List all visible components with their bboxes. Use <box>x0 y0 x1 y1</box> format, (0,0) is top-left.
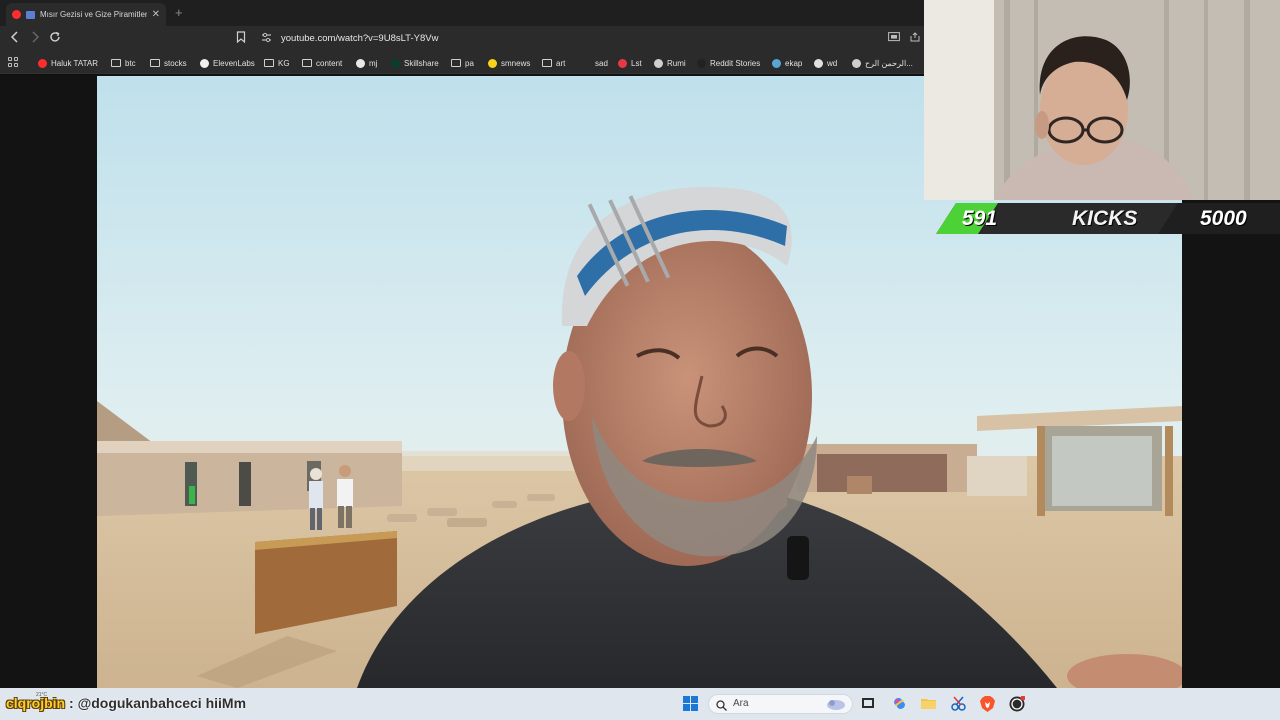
bird-icon <box>772 58 781 68</box>
copilot-icon[interactable] <box>892 696 906 710</box>
backslash-icon <box>582 58 591 68</box>
bookmark-item[interactable]: btc <box>111 56 136 70</box>
folder-icon <box>264 59 274 67</box>
bookmark-label: art <box>556 58 566 68</box>
elevenlabs-icon <box>200 58 209 68</box>
bookmark-item[interactable]: KG <box>264 56 290 70</box>
bookmark-label: KG <box>278 58 290 68</box>
bookmark-label: btc <box>125 58 136 68</box>
bookmark-item[interactable]: Skillshare <box>391 56 439 70</box>
bookmark-item[interactable]: smnews <box>488 56 530 70</box>
kicks-current-count: 591 <box>962 207 998 230</box>
bookmark-item[interactable]: ElevenLabs <box>200 56 255 70</box>
video-letterbox-left <box>0 76 97 688</box>
task-view-icon[interactable] <box>861 696 875 710</box>
back-arrow-icon <box>10 31 18 43</box>
snipping-tool-icon[interactable] <box>951 696 966 711</box>
youtube-icon <box>38 58 47 68</box>
folder-icon <box>451 59 461 67</box>
screen: { "browser": { "tab": { "title": "Mısır … <box>0 0 1280 720</box>
search-highlight-icon <box>825 697 847 716</box>
bookmark-item[interactable]: content <box>302 56 342 70</box>
reload-icon <box>50 31 60 42</box>
back-button[interactable] <box>7 31 23 47</box>
bookmark-label: smnews <box>501 58 531 68</box>
brave-browser-icon[interactable] <box>980 696 995 712</box>
bookmark-label: Rumi <box>667 58 686 68</box>
bookmarks-bar: Haluk TATAR btc stocks ElevenLabs KG content m… <box>0 52 924 74</box>
bookmark-item[interactable]: pa <box>451 56 474 70</box>
chat-username: clqrojbin <box>6 695 66 711</box>
chat-text: @dogukanbahceci hiiMm <box>77 695 247 711</box>
d-logo-icon <box>697 58 706 68</box>
bookmark-label: ElevenLabs <box>213 58 255 68</box>
bookmark-item[interactable]: Haluk TATAR <box>38 56 98 70</box>
bookmark-item[interactable]: ekap <box>772 56 802 70</box>
bookmark-label: content <box>316 58 343 68</box>
folder-icon <box>542 59 552 67</box>
bookmark-label: wd <box>827 58 838 68</box>
chat-separator: : <box>65 695 78 711</box>
bookmark-label: stocks <box>164 58 187 68</box>
obs-icon[interactable] <box>1009 695 1026 712</box>
bookmark-label: الرحمن الرح... <box>865 58 913 68</box>
youtube-icon <box>12 10 21 19</box>
skillshare-icon <box>391 58 400 68</box>
tab-bar: Mısır Gezisi ve Gize Piramitleri ✕ + <box>0 0 924 26</box>
bookmark-item[interactable]: Reddit Stories <box>697 56 760 70</box>
chat-message: clqrojbin : @dogukanbahceci hiiMm <box>6 695 246 711</box>
forward-button[interactable] <box>27 31 43 47</box>
folder-icon <box>302 59 312 67</box>
kicks-goal-count: 5000 <box>1200 207 1247 230</box>
bookmark-item[interactable]: wd <box>814 56 837 70</box>
share-icon[interactable] <box>910 32 920 45</box>
bookmark-item[interactable]: Lst <box>618 56 642 70</box>
reload-button[interactable] <box>47 31 63 47</box>
bookmark-label: Lst <box>631 58 642 68</box>
taskbar-search[interactable]: Ara <box>708 694 853 714</box>
bookmark-icon[interactable] <box>236 31 246 46</box>
windows-start-icon[interactable] <box>683 696 698 711</box>
close-tab-icon[interactable]: ✕ <box>152 9 160 20</box>
site-info-icon[interactable] <box>261 32 272 46</box>
wikipedia-icon <box>814 58 823 68</box>
tab-group-icon <box>26 10 35 19</box>
folder-icon <box>150 59 160 67</box>
bookmark-item[interactable]: الرحمن الرح... <box>852 56 913 70</box>
bookmark-label: sad <box>595 58 608 68</box>
page-icon <box>852 58 861 68</box>
kicks-label: KICKS <box>1072 207 1138 230</box>
apps-grid-icon[interactable] <box>8 57 20 69</box>
new-tab-button[interactable]: + <box>175 5 183 20</box>
bookmark-item[interactable]: sad <box>582 56 608 70</box>
kicks-goal-overlay: 591 KICKS 5000 <box>936 203 1280 234</box>
tab-active[interactable]: Mısır Gezisi ve Gize Piramitleri ✕ <box>6 3 166 26</box>
bookmark-label: Haluk TATAR <box>51 58 98 68</box>
bookmark-item[interactable]: stocks <box>150 56 187 70</box>
bookmark-label: pa <box>465 58 474 68</box>
tab-title: Mısır Gezisi ve Gize Piramitleri <box>40 10 147 19</box>
bookmark-label: Skillshare <box>404 58 439 68</box>
bookmark-label: mj <box>369 58 378 68</box>
webcam-overlay <box>924 0 1280 200</box>
webcam-scene <box>924 0 1280 200</box>
s-logo-icon <box>618 58 627 68</box>
bookmark-item[interactable]: Rumi <box>654 56 686 70</box>
globe-icon <box>654 58 663 68</box>
bookmark-item[interactable]: mj <box>356 56 377 70</box>
bookmark-label: ekap <box>785 58 803 68</box>
github-icon <box>356 58 365 68</box>
url-text: youtube.com/watch?v=9U8sLT-Y8Vw <box>281 33 439 44</box>
search-placeholder: Ara <box>733 698 749 709</box>
file-explorer-icon[interactable] <box>921 696 936 710</box>
forward-arrow-icon <box>32 31 40 43</box>
folder-icon <box>111 59 121 67</box>
bookmark-item[interactable]: art <box>542 56 565 70</box>
address-bar[interactable]: youtube.com/watch?v=9U8sLT-Y8Vw <box>228 30 920 48</box>
browser-toolbar: youtube.com/watch?v=9U8sLT-Y8Vw <box>0 26 924 52</box>
smiley-icon <box>488 58 497 68</box>
cast-icon[interactable] <box>888 32 900 45</box>
bookmark-label: Reddit Stories <box>710 58 761 68</box>
search-icon <box>716 698 727 716</box>
